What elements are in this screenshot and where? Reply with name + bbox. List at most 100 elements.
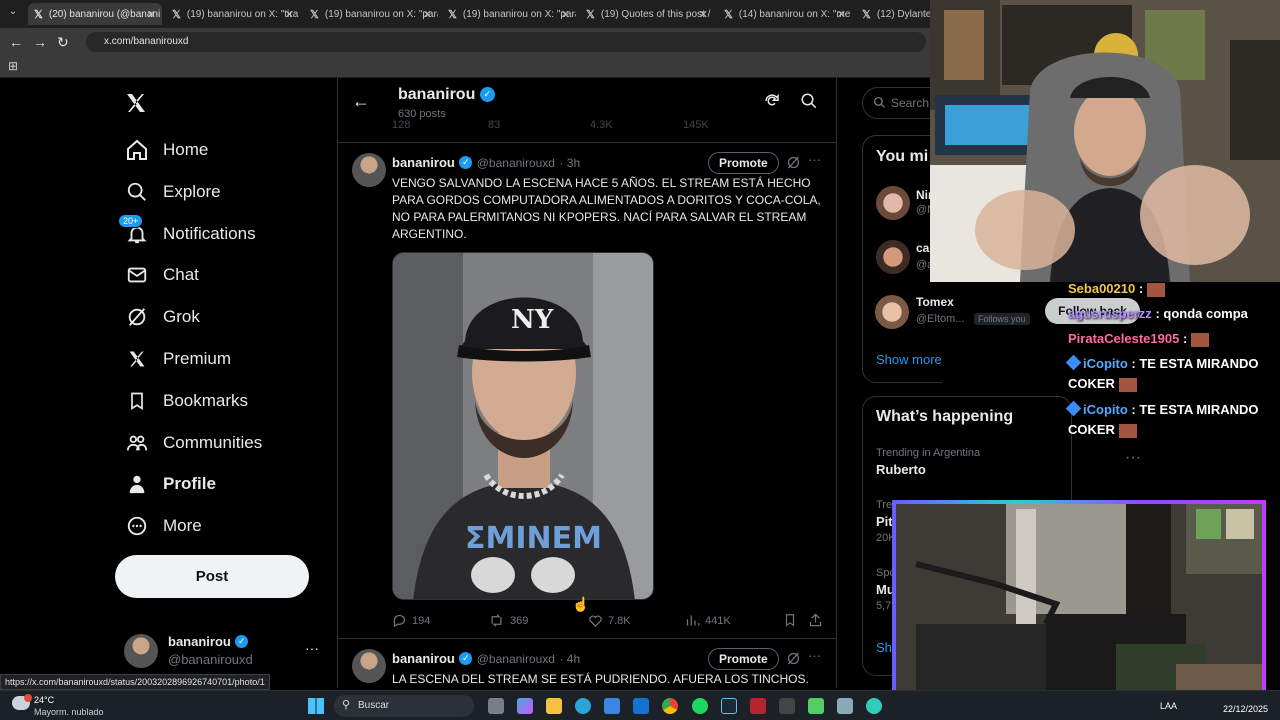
tab[interactable]: 𝕏 (19) bananirou on X: "para ✕ bbox=[304, 3, 438, 25]
back-icon[interactable]: ← bbox=[9, 34, 23, 50]
emote-icon bbox=[1118, 377, 1137, 392]
promote-button[interactable]: Promote bbox=[708, 648, 779, 670]
refresh-icon[interactable] bbox=[763, 92, 781, 115]
like-count[interactable]: 4.3K bbox=[590, 119, 613, 131]
post-time[interactable]: · 4h bbox=[559, 652, 580, 666]
views-button[interactable]: 441K bbox=[685, 613, 731, 628]
nav-grok[interactable]: Grok bbox=[124, 299, 200, 335]
x-logo-icon[interactable] bbox=[124, 91, 150, 117]
reply-count[interactable]: 128 bbox=[392, 119, 410, 131]
forward-icon[interactable]: → bbox=[33, 34, 47, 50]
app-icon[interactable] bbox=[837, 698, 853, 714]
post[interactable]: bananirou ✓ @bananirouxd · 3h Promote ··… bbox=[338, 143, 836, 637]
search-icon[interactable] bbox=[800, 92, 818, 115]
like-button[interactable]: 7.8K bbox=[588, 613, 631, 628]
svg-text:ΣMINEM: ΣMINEM bbox=[465, 521, 602, 556]
follow-name[interactable]: Tomex bbox=[916, 295, 954, 309]
post[interactable]: bananirou ✓ @bananirouxd · 4h Promote ··… bbox=[338, 639, 836, 688]
nav-chat[interactable]: Chat bbox=[124, 257, 199, 293]
close-icon[interactable]: ✕ bbox=[423, 8, 432, 21]
avatar[interactable] bbox=[875, 295, 909, 329]
app-icon[interactable] bbox=[808, 698, 824, 714]
avatar[interactable] bbox=[876, 186, 910, 220]
repost-button[interactable]: 369 bbox=[488, 613, 528, 628]
app-icon[interactable] bbox=[750, 698, 766, 714]
spotify-icon[interactable] bbox=[692, 698, 708, 714]
grok-icon[interactable] bbox=[786, 155, 801, 175]
tab-active[interactable]: 𝕏 (20) bananirou (@banani ✕ bbox=[28, 3, 162, 25]
search-placeholder: Search bbox=[891, 96, 930, 110]
app-icon[interactable] bbox=[779, 698, 795, 714]
copilot-icon[interactable] bbox=[517, 698, 533, 714]
language-indicator[interactable]: LAA bbox=[1160, 701, 1177, 711]
back-arrow-icon[interactable]: ← bbox=[352, 91, 370, 112]
chrome-icon[interactable] bbox=[662, 698, 678, 714]
grok-icon[interactable] bbox=[786, 651, 801, 671]
more-dots-icon[interactable]: ··· bbox=[808, 648, 821, 663]
more-dots-icon[interactable]: ··· bbox=[305, 640, 319, 656]
repost-count[interactable]: 83 bbox=[488, 119, 500, 131]
tab[interactable]: 𝕏 (19) bananirou on X: "tira ✕ bbox=[166, 3, 300, 25]
close-icon[interactable]: ✕ bbox=[699, 8, 708, 21]
app-icon[interactable] bbox=[866, 698, 882, 714]
mouse-cursor-icon: ☝ bbox=[572, 596, 590, 612]
close-icon[interactable]: ✕ bbox=[285, 8, 294, 21]
post-time[interactable]: · 3h bbox=[559, 156, 580, 170]
outlook-icon[interactable] bbox=[633, 698, 649, 714]
task-view-icon[interactable] bbox=[488, 698, 504, 714]
avatar[interactable] bbox=[352, 649, 386, 683]
nav-premium[interactable]: Premium bbox=[124, 341, 231, 377]
tab[interactable]: 𝕏 (14) bananirou on X: "me ✕ bbox=[718, 3, 852, 25]
avatar[interactable] bbox=[876, 240, 910, 274]
file-explorer-icon[interactable] bbox=[546, 698, 562, 714]
nav-explore[interactable]: Explore bbox=[124, 174, 221, 210]
reply-button[interactable]: 194 bbox=[392, 613, 430, 628]
post-author-name[interactable]: bananirou bbox=[392, 651, 455, 666]
nav-more[interactable]: More bbox=[124, 508, 202, 544]
tab-list-dropdown[interactable]: ⌄ bbox=[4, 6, 22, 22]
taskbar-search[interactable]: ⚲ Buscar bbox=[334, 695, 474, 717]
share-icon[interactable] bbox=[808, 612, 823, 633]
post-author-handle[interactable]: @bananirouxd bbox=[477, 652, 555, 666]
avatar[interactable] bbox=[352, 153, 386, 187]
show-more-link[interactable]: Show more bbox=[876, 352, 942, 367]
weather-widget[interactable]: 24°C Mayorm. nublado bbox=[10, 694, 110, 718]
windows-taskbar: 24°C Mayorm. nublado ⚲ Buscar LAA 22/12/… bbox=[0, 690, 1280, 720]
windows-start-icon[interactable] bbox=[308, 698, 324, 714]
bookmark-icon bbox=[124, 388, 150, 414]
nav-communities[interactable]: Communities bbox=[124, 425, 262, 461]
x-favicon-icon: 𝕏 bbox=[862, 8, 871, 21]
apps-grid-icon[interactable]: ⊞ bbox=[8, 59, 18, 73]
post-button[interactable]: Post bbox=[115, 555, 309, 598]
close-icon[interactable]: ✕ bbox=[561, 8, 570, 21]
nav-profile[interactable]: Profile bbox=[124, 466, 216, 502]
steam-icon[interactable] bbox=[721, 698, 737, 714]
taskbar-date[interactable]: 22/12/2025 bbox=[1223, 704, 1268, 714]
tab[interactable]: 𝕏 (12) Dylantero bbox=[856, 3, 930, 25]
bookmark-icon[interactable] bbox=[783, 612, 797, 633]
close-icon[interactable]: ✕ bbox=[837, 8, 846, 21]
reload-icon[interactable]: ↻ bbox=[57, 34, 69, 51]
store-icon[interactable] bbox=[604, 698, 620, 714]
edge-icon[interactable] bbox=[575, 698, 591, 714]
follow-name[interactable]: ca bbox=[916, 241, 929, 255]
account-switcher[interactable]: bananirou ✓ @bananirouxd ··· bbox=[120, 630, 325, 672]
nav-home[interactable]: Home bbox=[124, 132, 208, 168]
more-dots-icon[interactable]: ··· bbox=[808, 152, 821, 167]
tab[interactable]: 𝕏 (19) bananirou on X: "para ✕ bbox=[442, 3, 576, 25]
url-input[interactable]: x.com/bananirouxd bbox=[86, 32, 926, 52]
post-author-handle[interactable]: @bananirouxd bbox=[477, 156, 555, 170]
nav-bookmarks[interactable]: Bookmarks bbox=[124, 383, 248, 419]
nav-notifications[interactable]: Notifications 20+ bbox=[118, 214, 256, 252]
views-count[interactable]: 145K bbox=[683, 119, 709, 131]
url-text: x.com/bananirouxd bbox=[104, 36, 189, 47]
nav-label: More bbox=[163, 516, 202, 535]
trend-item[interactable]: Trending in Argentina Ruberto bbox=[876, 447, 1056, 477]
post-author-name[interactable]: bananirou bbox=[392, 155, 455, 170]
tab[interactable]: 𝕏 (19) Quotes of this post / ✕ bbox=[580, 3, 714, 25]
promote-button[interactable]: Promote bbox=[708, 152, 779, 174]
follow-suggestion[interactable]: Tomex @Eltom... Follows you bbox=[862, 285, 1067, 335]
close-icon[interactable]: ✕ bbox=[147, 8, 156, 21]
post-photo[interactable]: NY ΣMINEM bbox=[392, 252, 654, 600]
chat-text: : qonda compa bbox=[1155, 306, 1248, 321]
